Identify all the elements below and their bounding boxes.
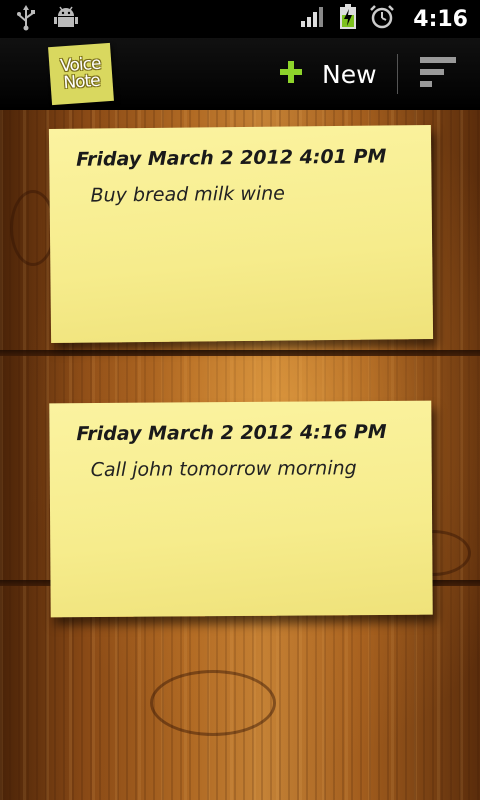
logo-line-2: Note bbox=[62, 70, 101, 94]
action-divider bbox=[397, 54, 398, 94]
status-bar: 4:16 bbox=[0, 0, 480, 38]
android-debug-icon bbox=[54, 5, 78, 35]
note-card[interactable]: Friday March 2 2012 4:01 PM Buy bread mi… bbox=[48, 125, 434, 343]
battery-charging-icon bbox=[339, 4, 357, 34]
note-text: Buy bread milk wine bbox=[90, 182, 286, 207]
wood-knot bbox=[150, 670, 276, 736]
plank-seam bbox=[0, 350, 480, 356]
usb-icon bbox=[16, 5, 36, 35]
note-text: Call john tomorrow morning bbox=[90, 457, 357, 482]
plus-icon bbox=[280, 61, 302, 87]
sort-icon bbox=[420, 57, 456, 91]
status-time: 4:16 bbox=[413, 6, 468, 32]
note-card[interactable]: Friday March 2 2012 4:16 PM Call john to… bbox=[49, 400, 433, 618]
signal-icon bbox=[301, 5, 327, 33]
note-date: Friday March 2 2012 4:16 PM bbox=[76, 420, 387, 446]
app-logo: Voice Note bbox=[48, 42, 114, 106]
note-date: Friday March 2 2012 4:01 PM bbox=[76, 145, 387, 171]
new-note-button[interactable]: New bbox=[274, 38, 389, 110]
alarm-icon bbox=[369, 4, 395, 34]
new-label: New bbox=[322, 59, 377, 89]
action-bar: Voice Note New bbox=[0, 38, 480, 110]
sort-button[interactable] bbox=[408, 46, 468, 102]
notes-board: Friday March 2 2012 4:01 PM Buy bread mi… bbox=[0, 110, 480, 800]
